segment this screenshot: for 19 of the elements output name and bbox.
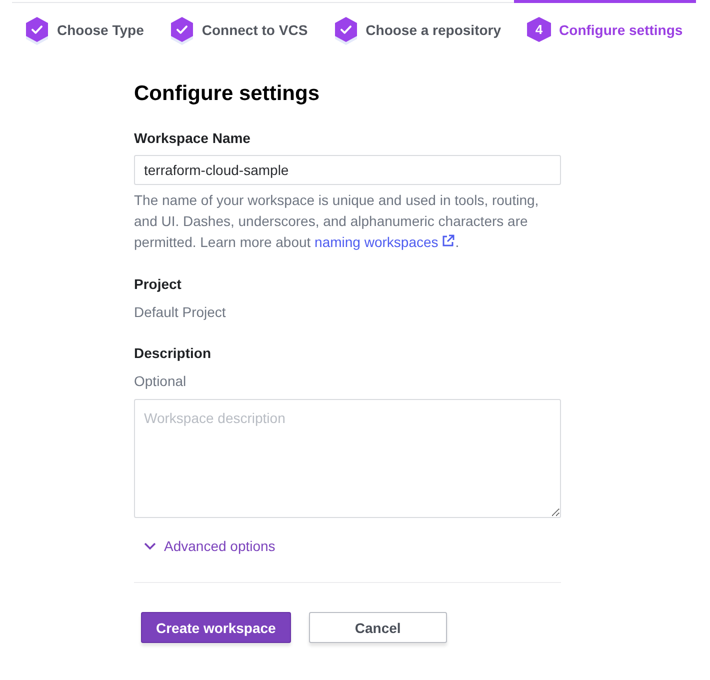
page-title: Configure settings (134, 81, 321, 107)
wizard-step[interactable]: Connect to VCS (156, 2, 321, 52)
field-value: Default Project (134, 303, 227, 322)
wizard-step[interactable]: Choose a repository (320, 2, 514, 52)
external-link-icon (441, 234, 456, 248)
workspace-name-input[interactable]: terraform-cloud-sample (134, 155, 561, 185)
help-text: The name of your workspace is unique and used in tools, routing, and UI. Dashes, underscores, and alphanumeric characters are permitted. Learn more about naming workspaces . (134, 191, 540, 252)
wizard-step[interactable]: Choose Type (12, 2, 157, 52)
field-label: Description (134, 344, 212, 363)
field-label: Project (134, 275, 182, 294)
step-number: 4 (527, 17, 552, 42)
create-workspace-button[interactable]: Create workspace (141, 612, 291, 643)
cancel-button[interactable]: Cancel (308, 612, 447, 643)
optional-hint: Optional (134, 372, 188, 391)
field-label: Workspace Name (134, 129, 252, 148)
wizard-step[interactable]: 4 Configure settings (514, 0, 696, 52)
description-field[interactable]: Workspace description (134, 399, 561, 518)
advanced-options-toggle[interactable]: Advanced options (144, 536, 276, 556)
naming-workspaces-link[interactable]: naming workspaces (314, 234, 456, 250)
